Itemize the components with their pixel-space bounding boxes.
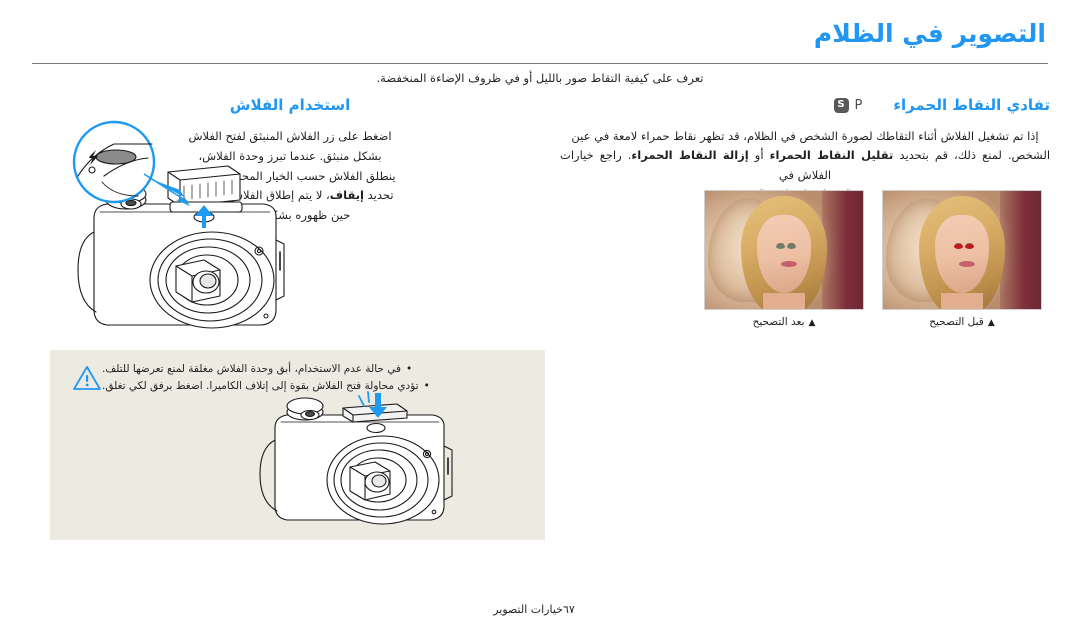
- page-title: التصوير في الظلام: [813, 19, 1046, 48]
- photo-eye-left: [776, 244, 786, 250]
- page-intro-text: تعرف على كيفية التقاط صور بالليل أو في ظ…: [376, 71, 704, 85]
- caption-after-text: بعد التصحيح: [752, 316, 805, 328]
- redeye-body-line-1: إذا تم تشغيل الفلاش أثناء التقاطك لصورة …: [571, 129, 1039, 143]
- caption-after-correction: ▲بعد التصحيح: [704, 316, 864, 328]
- sample-photo-row: ▲قبل التصحيح ▲بعد التصحيح: [704, 190, 1042, 328]
- sample-photo-before: ▲قبل التصحيح: [882, 190, 1042, 328]
- manual-page: التصوير في الظلام تعرف على كيفية التقاط …: [0, 0, 1080, 630]
- caption-before-correction: ▲قبل التصحيح: [882, 316, 1042, 328]
- photo-eye-right: [964, 244, 974, 250]
- page-footer: ٦٧خيارات التصوير: [0, 603, 1080, 616]
- section-header-flash: استخدام الفلاش: [40, 96, 540, 114]
- bullet-char: •: [406, 363, 413, 375]
- photo-eye-left: [954, 244, 964, 250]
- section-title-flash: استخدام الفلاش: [229, 96, 351, 114]
- photo-neck: [941, 293, 983, 309]
- warning-bullet-1-text: في حالة عدم الاستخدام، أبق وحدة الفلاش م…: [102, 363, 401, 375]
- camera-flash-close-illustration: [259, 391, 453, 525]
- section-header-redeye: تفادي النقاط الحمراء S P: [560, 96, 1050, 114]
- photo-before-correction: [882, 190, 1042, 310]
- mode-badge-s: S: [833, 97, 849, 113]
- redeye-body-line-2: الشخص. لمنع ذلك، قم بتحديد تقليل النقاط …: [560, 148, 1051, 182]
- caption-before-text: قبل التصحيح: [929, 316, 984, 328]
- photo-curtain: [821, 191, 863, 309]
- section-avoid-redeye: تفادي النقاط الحمراء S P إذا تم تشغيل ال…: [560, 96, 1050, 204]
- camera-flash-button-illustration: [72, 120, 285, 329]
- photo-after-correction: [704, 190, 864, 310]
- footer-page-number: ٦٧: [562, 603, 575, 616]
- section-title-redeye: تفادي النقاط الحمراء: [893, 96, 1050, 114]
- mode-badge-p: P: [854, 97, 863, 113]
- mode-badge-group: S P: [833, 97, 863, 113]
- caption-marker-icon: ▲: [808, 318, 816, 328]
- warning-bullet-1: • في حالة عدم الاستخدام، أبق وحدة الفلاش …: [102, 361, 529, 378]
- footer-chapter: خيارات التصوير: [493, 603, 563, 616]
- photo-mouth: [780, 261, 797, 268]
- photo-curtain: [999, 191, 1041, 309]
- sample-photo-after: ▲بعد التصحيح: [704, 190, 864, 328]
- title-divider: [32, 63, 1048, 64]
- photo-eye-right: [786, 244, 796, 250]
- warning-triangle-icon: [73, 366, 101, 390]
- photo-mouth: [958, 261, 975, 268]
- caption-marker-icon: ▲: [987, 318, 995, 328]
- photo-neck: [763, 293, 805, 309]
